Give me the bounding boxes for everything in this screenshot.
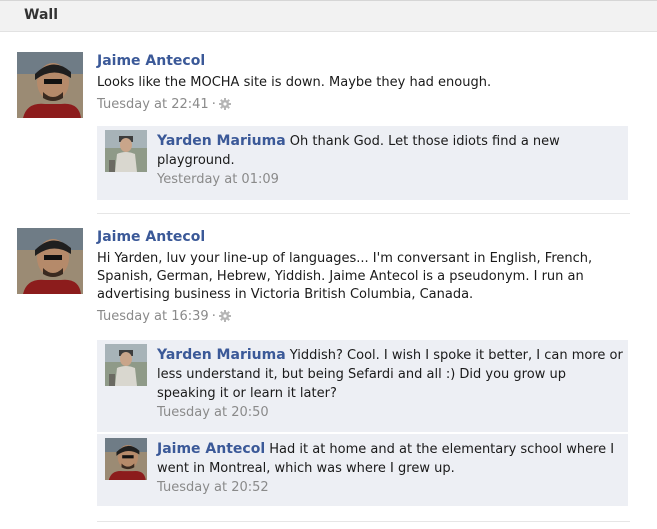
- post-time[interactable]: Tuesday at 16:39: [97, 309, 209, 324]
- wall-title: Wall: [24, 7, 58, 23]
- comment-time[interactable]: Tuesday at 20:50: [157, 404, 623, 422]
- comment: Jaime Antecol Had it at home and at the …: [97, 434, 628, 506]
- post-body: Jaime Antecol Looks like the MOCHA site …: [97, 52, 628, 116]
- comment: Yarden Mariuma Oh thank God. Let those i…: [97, 126, 628, 200]
- post-body: Jaime Antecol Hi Yarden, luv your line-u…: [97, 228, 628, 328]
- gear-icon[interactable]: [218, 310, 231, 328]
- post-divider: [97, 521, 630, 522]
- comment-body: Yarden Mariuma Yiddish? Cool. I wish I s…: [157, 346, 623, 422]
- post-message: Hi Yarden, luv your line-up of languages…: [97, 251, 593, 302]
- wall-post: Jaime Antecol Hi Yarden, luv your line-u…: [17, 228, 629, 518]
- comment-author[interactable]: Jaime Antecol: [157, 441, 265, 457]
- post-author[interactable]: Jaime Antecol: [97, 52, 628, 70]
- comment-author[interactable]: Yarden Mariuma: [157, 347, 286, 363]
- separator: ·: [211, 309, 216, 324]
- avatar-jaime[interactable]: [17, 228, 83, 294]
- avatar-jaime[interactable]: [105, 438, 147, 480]
- wall-header: Wall: [0, 0, 657, 32]
- comment-body: Yarden Mariuma Oh thank God. Let those i…: [157, 132, 623, 189]
- avatar-yarden[interactable]: [105, 130, 147, 172]
- comment-time[interactable]: Yesterday at 01:09: [157, 171, 623, 189]
- comment-body: Jaime Antecol Had it at home and at the …: [157, 440, 623, 497]
- comment: Yarden Mariuma Yiddish? Cool. I wish I s…: [97, 340, 628, 432]
- gear-icon[interactable]: [218, 98, 231, 116]
- post-message: Looks like the MOCHA site is down. Maybe…: [97, 75, 492, 90]
- comment-author[interactable]: Yarden Mariuma: [157, 133, 286, 149]
- avatar-yarden[interactable]: [105, 344, 147, 386]
- separator: ·: [211, 97, 216, 112]
- avatar-jaime[interactable]: [17, 52, 83, 118]
- comment-time[interactable]: Tuesday at 20:52: [157, 479, 623, 497]
- post-meta: Tuesday at 22:41 ·: [97, 96, 628, 116]
- post-time[interactable]: Tuesday at 22:41: [97, 97, 209, 112]
- post-author[interactable]: Jaime Antecol: [97, 228, 628, 246]
- post-divider: [97, 213, 630, 214]
- post-meta: Tuesday at 16:39 ·: [97, 308, 628, 328]
- wall-post: Jaime Antecol Looks like the MOCHA site …: [17, 52, 629, 202]
